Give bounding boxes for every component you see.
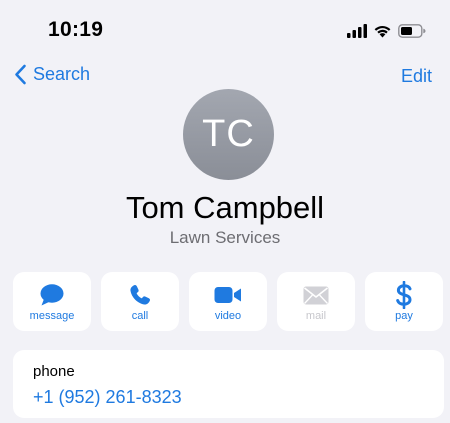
- contact-company: Lawn Services: [169, 228, 281, 247]
- chevron-left-icon: [15, 64, 26, 85]
- phone-number-link[interactable]: +1 (952) 261-8323: [33, 387, 182, 408]
- avatar-initials: TC: [202, 113, 255, 155]
- call-button[interactable]: call: [101, 272, 179, 331]
- phone-label: phone: [33, 363, 75, 380]
- video-camera-icon: [214, 287, 241, 303]
- battery-icon: [398, 24, 426, 38]
- video-button[interactable]: video: [189, 272, 267, 331]
- back-button[interactable]: Search: [14, 64, 90, 85]
- edit-button[interactable]: Edit: [401, 66, 432, 87]
- avatar: TC: [183, 89, 274, 180]
- mail-label: mail: [305, 310, 327, 322]
- cellular-signal-icon: [347, 24, 367, 38]
- contact-name: Tom Campbell: [125, 190, 325, 225]
- status-icons: [347, 22, 426, 40]
- call-label: call: [131, 310, 149, 322]
- phone-card: phone +1 (952) 261-8323: [13, 350, 444, 418]
- wifi-icon: [374, 25, 391, 38]
- status-bar: 10:19: [0, 0, 450, 60]
- video-label: video: [214, 310, 242, 322]
- pay-label: pay: [395, 310, 413, 322]
- envelope-icon: [303, 286, 329, 304]
- message-bubble-icon: [40, 284, 64, 306]
- phone-icon: [130, 284, 151, 305]
- mail-button[interactable]: mail: [277, 272, 355, 331]
- message-button[interactable]: message: [13, 272, 91, 331]
- pay-button[interactable]: pay: [365, 272, 443, 331]
- message-label: message: [29, 310, 75, 322]
- status-time: 10:19: [48, 18, 104, 41]
- quick-actions: message call video mail pay: [13, 272, 443, 331]
- back-button-label: Search: [33, 64, 91, 84]
- dollar-icon: [396, 281, 412, 309]
